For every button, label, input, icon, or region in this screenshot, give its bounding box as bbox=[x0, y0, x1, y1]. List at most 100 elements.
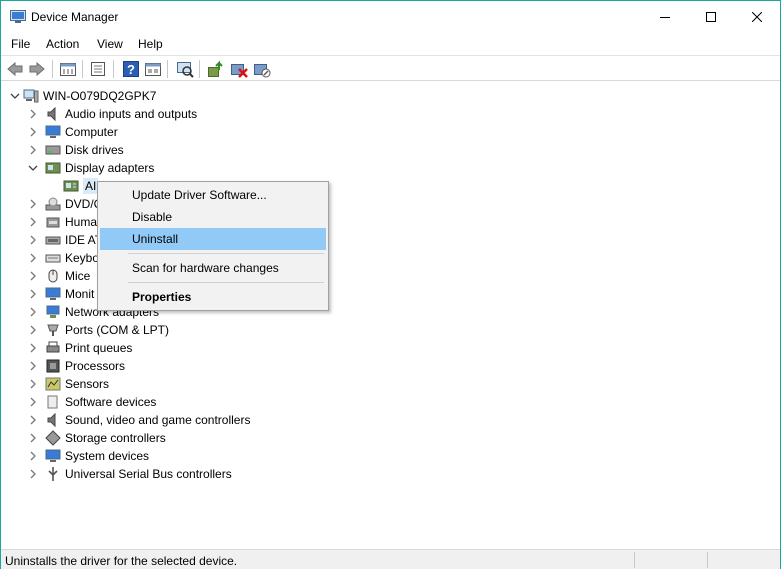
toolbar-separator bbox=[167, 60, 168, 78]
tree-item-label: Processors bbox=[65, 359, 126, 373]
tree-item-category[interactable]: Sound, video and game controllers bbox=[27, 411, 250, 429]
tree-item-label: Computer bbox=[65, 125, 118, 139]
device-manager-app-icon bbox=[10, 10, 26, 23]
chevron-right-icon[interactable] bbox=[27, 378, 39, 390]
toolbar-separator bbox=[82, 60, 83, 78]
disk-drive-icon bbox=[45, 145, 61, 155]
vertical-scrollbar[interactable] bbox=[763, 83, 780, 547]
toolbar: ? bbox=[1, 55, 780, 81]
chevron-right-icon[interactable] bbox=[27, 216, 39, 228]
ctx-disable[interactable]: Disable bbox=[100, 206, 326, 228]
tree-item-category[interactable]: IDE AT bbox=[27, 231, 102, 249]
chevron-right-icon[interactable] bbox=[27, 324, 39, 336]
chevron-right-icon[interactable] bbox=[27, 450, 39, 462]
tree-item-category[interactable]: Ports (COM & LPT) bbox=[27, 321, 169, 339]
tree-item-display-adapter-child[interactable]: AI bbox=[61, 177, 99, 195]
chevron-right-icon[interactable] bbox=[27, 144, 39, 156]
properties-sheet-icon[interactable] bbox=[59, 60, 77, 78]
chevron-right-icon[interactable] bbox=[27, 198, 39, 210]
tree-item-label: Storage controllers bbox=[65, 431, 166, 445]
device-tree[interactable]: WIN-O079DQ2GPK7 Audio inputs and outputs… bbox=[1, 83, 763, 547]
tree-item-category[interactable]: Storage controllers bbox=[27, 429, 166, 447]
monitor-icon bbox=[45, 287, 61, 300]
tree-item-category[interactable]: Computer bbox=[27, 123, 118, 141]
chevron-down-icon[interactable] bbox=[27, 162, 39, 174]
chevron-right-icon[interactable] bbox=[27, 342, 39, 354]
system-device-icon bbox=[45, 449, 61, 462]
menu-file[interactable]: File bbox=[11, 37, 30, 51]
display-adapter-icon bbox=[63, 180, 79, 192]
ctx-uninstall[interactable]: Uninstall bbox=[100, 228, 326, 250]
chevron-right-icon[interactable] bbox=[27, 270, 39, 282]
ctx-update-driver[interactable]: Update Driver Software... bbox=[100, 184, 326, 206]
chevron-right-icon[interactable] bbox=[27, 360, 39, 372]
scan-hardware-icon[interactable] bbox=[176, 60, 194, 78]
speaker-icon bbox=[47, 106, 56, 122]
minimize-icon bbox=[660, 16, 670, 18]
network-adapter-icon bbox=[46, 305, 60, 318]
port-icon bbox=[47, 324, 59, 336]
forward-icon[interactable] bbox=[28, 60, 46, 78]
tree-item-category[interactable]: Keybo bbox=[27, 249, 99, 267]
window-title: Device Manager bbox=[31, 10, 119, 24]
usb-icon bbox=[48, 467, 58, 481]
chevron-right-icon[interactable] bbox=[27, 468, 39, 480]
tree-item-category[interactable]: Disk drives bbox=[27, 141, 124, 159]
ctx-properties[interactable]: Properties bbox=[100, 286, 326, 308]
tree-item-category[interactable]: Mice bbox=[27, 267, 90, 285]
tree-item-label: Audio inputs and outputs bbox=[65, 107, 198, 121]
tree-item-category[interactable]: Sensors bbox=[27, 375, 109, 393]
title-bar[interactable]: Device Manager bbox=[1, 1, 780, 32]
maximize-button[interactable] bbox=[688, 1, 734, 32]
chevron-right-icon[interactable] bbox=[27, 414, 39, 426]
tree-item-category[interactable]: System devices bbox=[27, 447, 149, 465]
update-driver-icon[interactable] bbox=[207, 60, 225, 78]
chevron-down-icon[interactable] bbox=[9, 90, 21, 102]
tree-item-label: Sensors bbox=[65, 377, 110, 391]
tree-item-category[interactable]: Processors bbox=[27, 357, 125, 375]
tree-item-category[interactable]: Huma bbox=[27, 213, 97, 231]
tree-item-category[interactable]: Print queues bbox=[27, 339, 132, 357]
tree-item-category[interactable]: Display adapters bbox=[27, 159, 154, 177]
tree-item-category[interactable]: Universal Serial Bus controllers bbox=[27, 465, 232, 483]
toolbar-separator bbox=[199, 60, 200, 78]
toolbar-separator bbox=[113, 60, 114, 78]
ctx-scan-hardware[interactable]: Scan for hardware changes bbox=[100, 257, 326, 279]
tree-item-label: Universal Serial Bus controllers bbox=[65, 467, 232, 481]
maximize-icon bbox=[706, 11, 716, 22]
display-adapter-icon bbox=[45, 162, 61, 174]
tree-item-category[interactable]: Software devices bbox=[27, 393, 156, 411]
show-hide-icon[interactable] bbox=[144, 60, 162, 78]
minimize-button[interactable] bbox=[642, 1, 688, 32]
device-manager-window: Device Manager File Action View Help ? W… bbox=[0, 0, 781, 569]
chevron-right-icon[interactable] bbox=[27, 396, 39, 408]
menu-view[interactable]: View bbox=[97, 37, 123, 51]
chevron-right-icon[interactable] bbox=[27, 126, 39, 138]
tree-item-category[interactable]: DVD/C bbox=[27, 195, 102, 213]
processor-icon bbox=[46, 359, 60, 373]
chevron-right-icon[interactable] bbox=[27, 306, 39, 318]
disable-device-icon[interactable] bbox=[253, 60, 271, 78]
console-tree-icon[interactable] bbox=[89, 60, 107, 78]
close-button[interactable] bbox=[734, 1, 780, 32]
chevron-right-icon[interactable] bbox=[27, 252, 39, 264]
status-divider bbox=[707, 552, 708, 568]
tree-item-category[interactable]: Audio inputs and outputs bbox=[27, 105, 197, 123]
status-divider bbox=[634, 552, 635, 568]
uninstall-device-icon[interactable] bbox=[230, 60, 248, 78]
ctx-separator bbox=[128, 282, 324, 283]
chevron-right-icon[interactable] bbox=[27, 432, 39, 444]
chevron-right-icon[interactable] bbox=[27, 234, 39, 246]
toolbar-separator bbox=[52, 60, 53, 78]
tree-item-label: Monit bbox=[65, 287, 95, 301]
back-icon[interactable] bbox=[6, 60, 24, 78]
menu-help[interactable]: Help bbox=[138, 37, 163, 51]
tree-root[interactable]: WIN-O079DQ2GPK7 bbox=[9, 87, 156, 105]
chevron-right-icon[interactable] bbox=[27, 288, 39, 300]
tree-item-category[interactable]: Monit bbox=[27, 285, 94, 303]
chevron-right-icon[interactable] bbox=[27, 108, 39, 120]
help-icon[interactable]: ? bbox=[122, 60, 140, 78]
tree-root-label: WIN-O079DQ2GPK7 bbox=[43, 89, 157, 103]
menu-action[interactable]: Action bbox=[46, 37, 79, 51]
context-menu: Update Driver Software... Disable Uninst… bbox=[97, 181, 329, 311]
